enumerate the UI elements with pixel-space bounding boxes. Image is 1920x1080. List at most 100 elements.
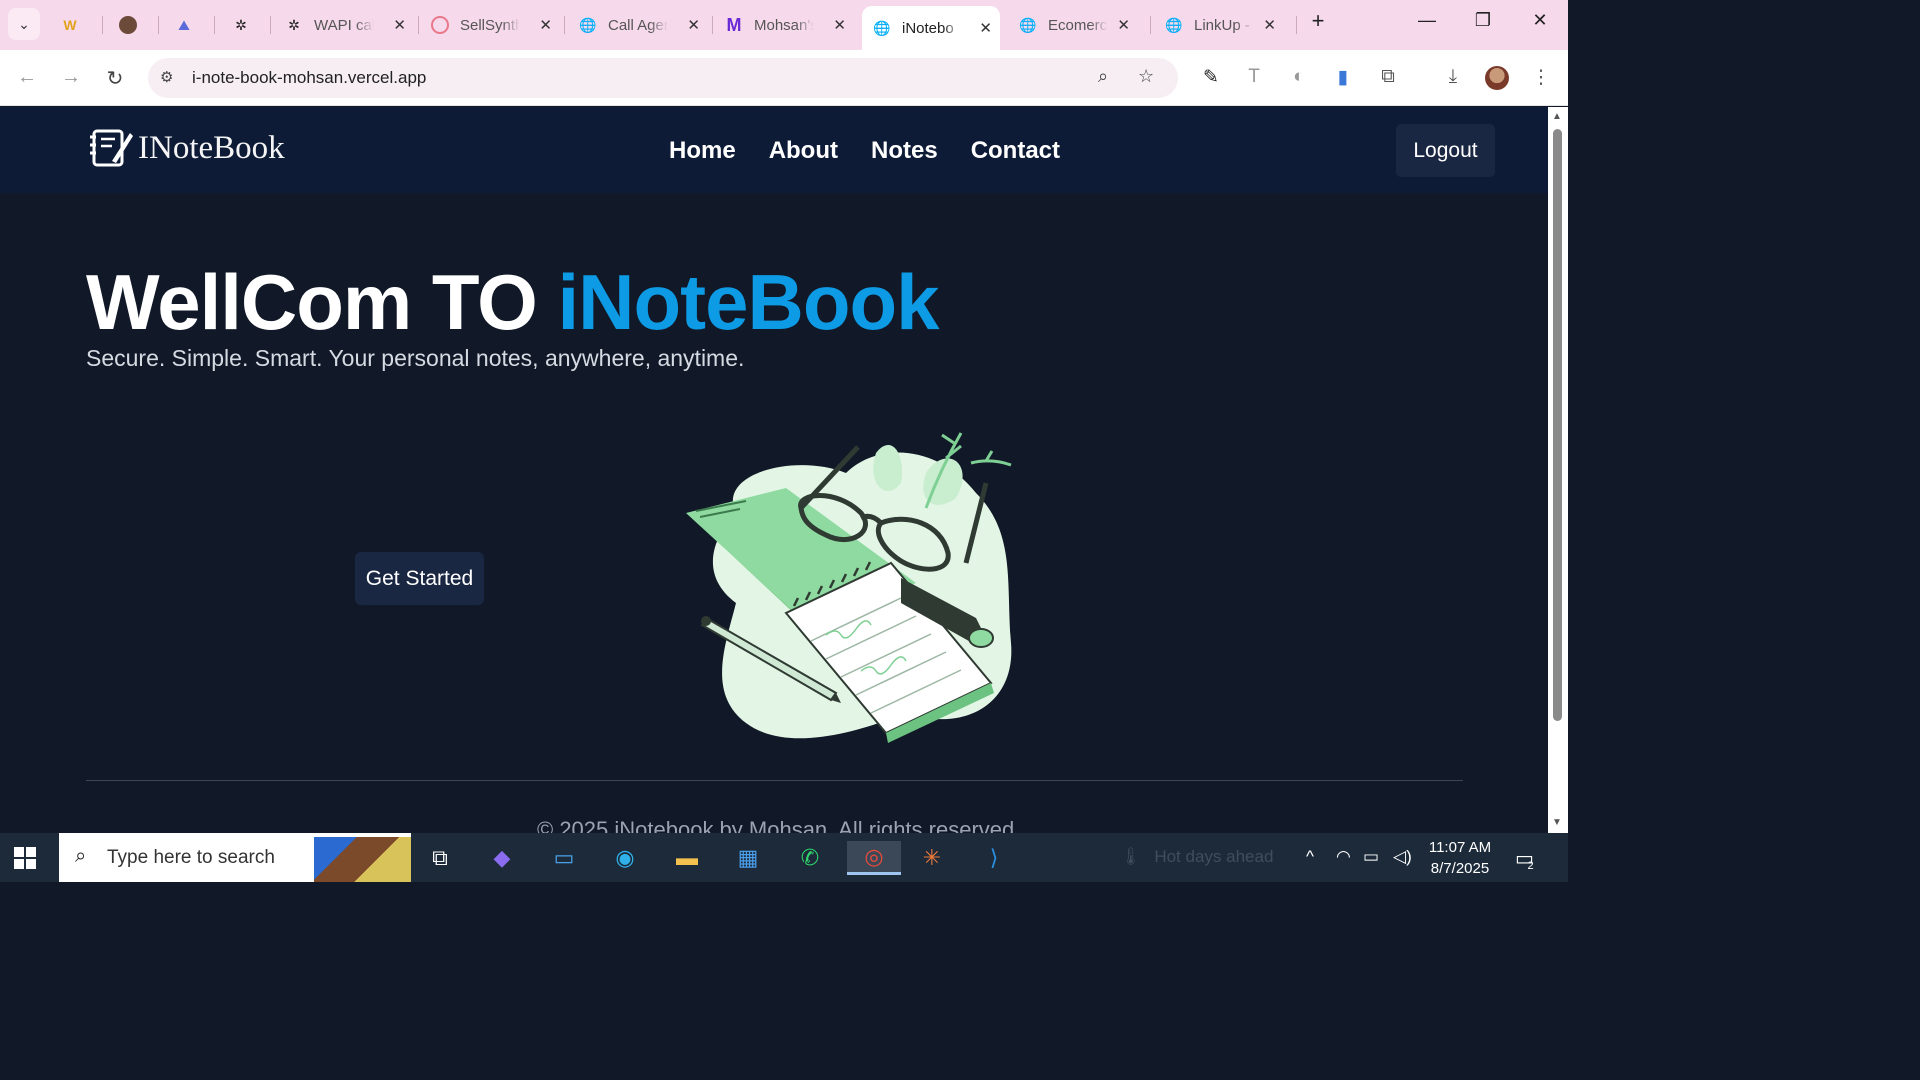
eyedropper-extension-icon[interactable]: ✎ <box>1198 66 1224 89</box>
tab-inotebook[interactable]: 🌐 iNotebo ✕ <box>862 6 1000 50</box>
nav-link-contact[interactable]: Contact <box>971 137 1060 165</box>
arrow-left-icon: ← <box>17 66 37 88</box>
browser-toolbar: ← → ↻ ⚙ i-note-book-mohsan.vercel.app ⌕ … <box>0 50 1568 106</box>
plus-icon: + <box>1311 8 1325 33</box>
battery-icon[interactable]: ▭ <box>1363 847 1379 867</box>
back-button[interactable]: ← <box>13 66 41 89</box>
menu-kebab-icon[interactable]: ⋮ <box>1528 66 1554 89</box>
vscode-icon[interactable]: ⟩ <box>970 841 1018 875</box>
close-icon[interactable]: ✕ <box>1117 16 1130 34</box>
m-logo-icon: M <box>726 14 742 35</box>
page-scrollbar[interactable]: ▲ ▼ <box>1548 107 1568 833</box>
forward-button[interactable]: → <box>57 66 85 89</box>
volume-icon[interactable]: ◁) <box>1393 847 1412 867</box>
openai-icon: ✲ <box>235 16 247 33</box>
tab-sellsynth[interactable]: SellSynth ✕ <box>430 8 560 42</box>
claude-icon[interactable]: ✳ <box>908 841 956 875</box>
taskbar-search-box[interactable]: ⌕ Type here to search <box>59 833 411 882</box>
nav-links: Home About Notes Contact <box>669 137 1060 165</box>
restore-button[interactable]: ❐ <box>1463 10 1503 31</box>
tab-separator <box>418 16 419 34</box>
footer-divider <box>86 780 1463 781</box>
tab-wapi[interactable]: ✲ WAPI call ✕ <box>284 8 414 42</box>
laptop-app-icon[interactable]: ▭ <box>540 841 588 875</box>
restore-icon: ❐ <box>1474 10 1492 30</box>
close-icon[interactable]: ✕ <box>1263 16 1276 34</box>
tab-mohsans[interactable]: M Mohsan's ✕ <box>724 8 854 42</box>
tab-pinned-4[interactable]: ✲ <box>231 8 259 42</box>
system-clock[interactable]: 11:07 AM 8/7/2025 <box>1418 837 1502 879</box>
clipboard-extension-icon[interactable]: ▮ <box>1330 66 1356 89</box>
search-icon: ⌕ <box>75 845 87 867</box>
microsoft-store-icon[interactable]: ▦ <box>724 841 772 875</box>
nav-link-notes[interactable]: Notes <box>871 137 938 165</box>
site-settings-icon[interactable]: ⚙ <box>160 68 173 86</box>
windows-start-button[interactable] <box>14 847 36 869</box>
tab-label: Ecomerc <box>1048 16 1108 34</box>
address-bar[interactable]: ⚙ i-note-book-mohsan.vercel.app ⌕ ☆ <box>148 58 1178 98</box>
weather-widget[interactable]: 🌡 Hot days ahead <box>1120 847 1273 867</box>
chat-extension-icon[interactable]: ◐ <box>1286 66 1312 88</box>
chrome-icon[interactable]: ◎ <box>847 841 901 875</box>
brand-link[interactable]: INoteBook <box>88 125 285 171</box>
tab-separator <box>158 16 159 34</box>
reload-icon: ↻ <box>106 68 124 90</box>
tab-search-button[interactable]: ⌄ <box>8 8 40 40</box>
minimize-button[interactable]: — <box>1407 10 1447 31</box>
tab-pinned-2[interactable] <box>118 8 146 42</box>
edge-browser-icon[interactable]: ◉ <box>601 841 649 875</box>
avatar-icon <box>118 15 138 35</box>
notebook-logo-icon <box>90 129 133 167</box>
tab-separator <box>712 16 713 34</box>
tab-pinned-3[interactable]: ⛰ <box>174 8 202 42</box>
wifi-icon[interactable]: ◠ <box>1336 847 1351 867</box>
task-view-icon[interactable]: ⧉ <box>416 841 464 875</box>
url-text[interactable]: i-note-book-mohsan.vercel.app <box>192 68 426 88</box>
close-icon[interactable]: ✕ <box>833 16 846 34</box>
sellsynth-icon <box>430 15 450 35</box>
download-icon[interactable]: ⤓ <box>1440 66 1466 88</box>
bookmark-star-icon[interactable]: ☆ <box>1138 66 1154 87</box>
globe-icon: 🌐 <box>579 16 597 33</box>
nav-link-home[interactable]: Home <box>669 137 736 165</box>
tab-call-agent[interactable]: 🌐 Call Agen ✕ <box>578 8 708 42</box>
close-window-button[interactable]: ✕ <box>1520 10 1560 31</box>
logout-button[interactable]: Logout <box>1396 124 1495 177</box>
arrow-right-icon: → <box>61 66 81 88</box>
extensions-puzzle-icon[interactable]: ⧉ <box>1375 66 1401 88</box>
hero-title-main: WellCom TO <box>86 258 538 346</box>
chevron-up-icon[interactable]: ^ <box>1306 847 1314 867</box>
close-icon[interactable]: ✕ <box>979 19 992 37</box>
nav-link-about[interactable]: About <box>769 137 838 165</box>
close-icon[interactable]: ✕ <box>687 16 700 34</box>
tab-label: Mohsan's <box>754 16 814 34</box>
tab-ecomerce[interactable]: 🌐 Ecomerc ✕ <box>1018 8 1138 42</box>
get-started-button[interactable]: Get Started <box>355 552 484 605</box>
tab-separator <box>1150 16 1151 34</box>
close-icon[interactable]: ✕ <box>393 16 406 34</box>
new-tab-button[interactable]: + <box>1298 8 1338 34</box>
tab-label: SellSynth <box>460 16 520 34</box>
mountain-icon: ⛰ <box>178 16 190 33</box>
copilot-icon[interactable]: ◆ <box>478 841 526 875</box>
taskbar-search-placeholder: Type here to search <box>107 847 275 868</box>
zoom-icon[interactable]: ⌕ <box>1098 66 1108 87</box>
scroll-up-icon[interactable]: ▲ <box>1552 111 1562 122</box>
tab-linkup[interactable]: 🌐 LinkUp - ✕ <box>1164 8 1284 42</box>
scrollbar-thumb[interactable] <box>1553 129 1562 721</box>
page-viewport: INoteBook Home About Notes Contact Logou… <box>0 107 1548 833</box>
profile-avatar[interactable] <box>1485 66 1509 90</box>
globe-icon: 🌐 <box>1165 16 1183 33</box>
text-extension-icon[interactable]: T <box>1241 66 1267 88</box>
globe-icon: 🌐 <box>873 19 891 36</box>
reload-button[interactable]: ↻ <box>101 66 129 91</box>
file-explorer-icon[interactable]: ▬ <box>663 841 711 875</box>
notification-center-button[interactable]: ▭ 2 <box>1515 846 1546 872</box>
close-icon[interactable]: ✕ <box>539 16 552 34</box>
tab-pinned-1[interactable]: W <box>60 8 88 42</box>
scroll-down-icon[interactable]: ▼ <box>1552 817 1562 828</box>
tab-separator <box>102 16 103 34</box>
clock-date: 8/7/2025 <box>1430 860 1490 877</box>
notification-count: 2 <box>1527 860 1534 872</box>
whatsapp-icon[interactable]: ✆ <box>786 841 834 875</box>
